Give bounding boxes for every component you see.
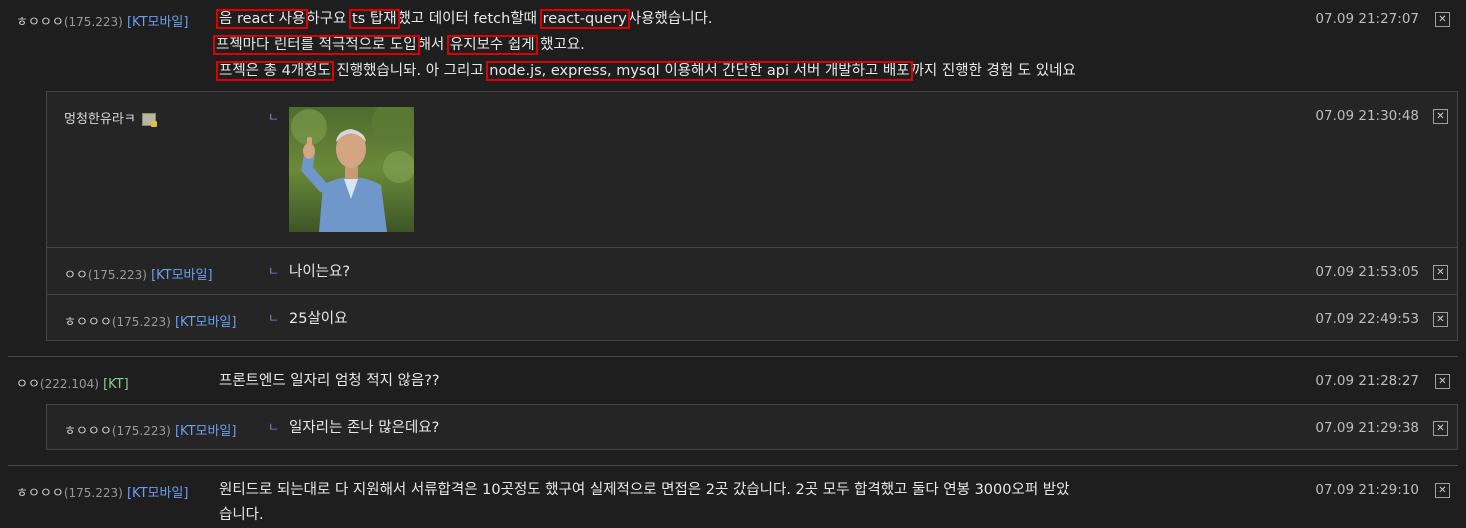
delete-icon[interactable]: ✕ xyxy=(1435,483,1450,498)
highlight-box: 유지보수 쉽게 xyxy=(446,35,538,55)
isp-label: [KT모바일] xyxy=(126,486,189,501)
reply-list: ㅎㅇㅇㅇ(175.223) [KT모바일] ㄴ 일자리는 존나 많은데요? 07… xyxy=(46,404,1458,450)
nickname[interactable]: 멍청한유라ㅋ xyxy=(64,112,136,127)
thumbs-up-photo[interactable] xyxy=(289,107,414,232)
reply-text: 25살이요 xyxy=(289,311,348,327)
reply-author[interactable]: 멍청한유라ㅋ xyxy=(64,108,157,127)
reply-text: 나이는요? xyxy=(289,264,351,280)
isp-label: [KT모바일] xyxy=(174,315,237,330)
reply-date: 07.09 21:29:38 xyxy=(1315,420,1419,436)
comment-text-line-1: 음 react 사용하구요 ts 탑재했고 데이터 fetch할때 react-… xyxy=(215,7,713,32)
delete-icon[interactable]: ✕ xyxy=(1433,312,1448,327)
comment-3: ㅎㅇㅇㅇ(175.223) [KT모바일] 원티드로 되는대로 다 지원해서 서… xyxy=(0,466,1466,528)
nickname[interactable]: ㅎㅇㅇㅇ xyxy=(64,315,112,330)
photo-image xyxy=(289,107,414,232)
gallery-user-icon xyxy=(141,113,157,127)
reply-arrow-icon: ㄴ xyxy=(268,311,280,325)
reply-arrow-icon: ㄴ xyxy=(268,420,280,434)
nickname[interactable]: ㅇㅇ xyxy=(64,268,88,283)
nickname[interactable]: ㅎㅇㅇㅇ xyxy=(16,486,64,501)
highlight-box: node.js, express, mysql 이용해서 간단한 api 서버 … xyxy=(486,61,913,81)
text-segment: 하구요 xyxy=(306,11,351,27)
highlight-box: 음 react 사용 xyxy=(215,9,309,29)
comment-text: 프론트엔드 일자리 엄청 적지 않음?? xyxy=(219,373,440,389)
comment-1: ㅎㅇㅇㅇ(175.223) [KT모바일] 음 react 사용하구요 ts 탑… xyxy=(0,0,1466,90)
ip-address: (175.223) xyxy=(63,15,123,29)
ip-address: (175.223) xyxy=(63,486,123,500)
highlight-box: 프젝은 총 4개정도 xyxy=(216,61,334,81)
reply-date: 07.09 21:30:48 xyxy=(1315,108,1419,124)
comment-date: 07.09 21:28:27 xyxy=(1315,373,1419,389)
comment-2: ㅇㅇ(222.104) [KT] 프론트엔드 일자리 엄청 적지 않음?? 07… xyxy=(0,357,1466,397)
reply-date: 07.09 22:49:53 xyxy=(1315,311,1419,327)
reply-arrow-icon: ㄴ xyxy=(268,110,280,124)
isp-label: [KT] xyxy=(103,377,129,392)
ip-address: (175.223) xyxy=(87,268,147,282)
comment-date: 07.09 21:29:10 xyxy=(1315,482,1419,498)
comment-text-line-1: 원티드로 되는대로 다 지원해서 서류합격은 10곳정도 했구여 실제적으로 면… xyxy=(219,482,1070,498)
nickname[interactable]: ㅎㅇㅇㅇ xyxy=(16,15,64,30)
delete-icon[interactable]: ✕ xyxy=(1433,265,1448,280)
reply-author[interactable]: ㅎㅇㅇㅇ(175.223) [KT모바일] xyxy=(64,311,236,330)
comment-text-line-2: 프젝마다 린터를 적극적으로 도입해서 유지보수 쉽게 했고요. xyxy=(213,33,585,58)
comment-author[interactable]: ㅇㅇ(222.104) [KT] xyxy=(16,373,129,392)
text-segment: 진행했습니돠. 아 그리고 xyxy=(331,63,489,79)
comment-text-line-2: 습니다. xyxy=(219,507,264,523)
reply-item: ㅎㅇㅇㅇ(175.223) [KT모바일] ㄴ 일자리는 존나 많은데요? 07… xyxy=(47,405,1457,451)
nickname[interactable]: ㅇㅇ xyxy=(16,377,40,392)
ip-address: (222.104) xyxy=(39,377,99,391)
highlight-box: react-query xyxy=(539,9,630,29)
isp-label: [KT모바일] xyxy=(151,268,213,283)
highlight-box: 프젝마다 린터를 적극적으로 도입 xyxy=(213,35,420,55)
delete-icon[interactable]: ✕ xyxy=(1433,421,1448,436)
delete-icon[interactable]: ✕ xyxy=(1435,374,1450,389)
reply-arrow-icon: ㄴ xyxy=(268,264,280,278)
highlight-box: ts 탑재 xyxy=(349,9,400,29)
nickname[interactable]: ㅎㅇㅇㅇ xyxy=(64,424,112,439)
delete-icon[interactable]: ✕ xyxy=(1435,12,1450,27)
text-segment: 사용했습니다. xyxy=(627,11,713,27)
isp-label: [KT모바일] xyxy=(126,15,189,30)
comment-author[interactable]: ㅎㅇㅇㅇ(175.223) [KT모바일] xyxy=(16,482,188,501)
reply-item: ㅎㅇㅇㅇ(175.223) [KT모바일] ㄴ 25살이요 07.09 22:4… xyxy=(47,294,1457,341)
ip-address: (175.223) xyxy=(111,424,171,438)
delete-icon[interactable]: ✕ xyxy=(1433,109,1448,124)
text-segment: 까지 진행한 경험 도 있네요 xyxy=(910,63,1076,79)
text-segment: 했고요. xyxy=(535,37,585,53)
reply-author[interactable]: ㅎㅇㅇㅇ(175.223) [KT모바일] xyxy=(64,420,236,439)
reply-text: 일자리는 존나 많은데요? xyxy=(289,420,440,436)
text-segment: 했고 데이터 fetch할때 xyxy=(397,11,542,27)
reply-item: ㅇㅇ(175.223) [KT모바일] ㄴ 나이는요? 07.09 21:53:… xyxy=(47,247,1457,294)
isp-label: [KT모바일] xyxy=(174,424,237,439)
comment-text-line-3: 프젝은 총 4개정도 진행했습니돠. 아 그리고 node.js, expres… xyxy=(216,59,1076,84)
reply-author[interactable]: ㅇㅇ(175.223) [KT모바일] xyxy=(64,264,213,283)
comment-author[interactable]: ㅎㅇㅇㅇ(175.223) [KT모바일] xyxy=(16,11,188,30)
reply-item: 멍청한유라ㅋ ㄴ 07.09 21:30:48 ✕ xyxy=(47,92,1457,247)
reply-date: 07.09 21:53:05 xyxy=(1315,264,1419,280)
reply-list: 멍청한유라ㅋ ㄴ 07.09 21:30:48 ✕ ㅇㅇ(175.223) [K… xyxy=(46,91,1458,341)
comment-date: 07.09 21:27:07 xyxy=(1315,11,1419,27)
ip-address: (175.223) xyxy=(111,315,171,329)
text-segment: 해서 xyxy=(417,37,449,53)
